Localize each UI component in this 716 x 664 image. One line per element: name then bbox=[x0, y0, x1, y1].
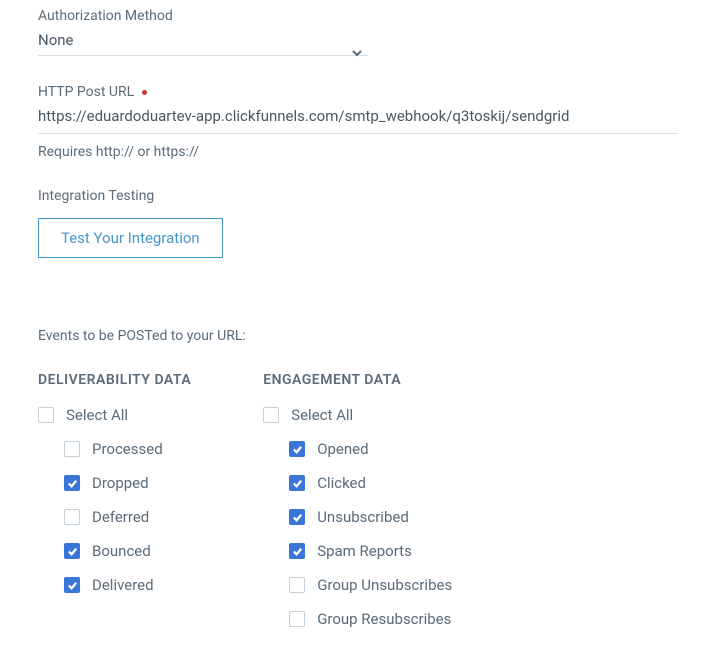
auth-method-label: Authorization Method bbox=[38, 8, 678, 24]
engagement-header: ENGAGEMENT DATA bbox=[263, 372, 452, 388]
engagement-checkbox-group-unsubscribes[interactable] bbox=[289, 577, 305, 593]
engagement-checkbox-group-resubscribes[interactable] bbox=[289, 611, 305, 627]
engagement-label-unsubscribed: Unsubscribed bbox=[317, 508, 409, 526]
deliverability-checkbox-delivered[interactable] bbox=[64, 577, 80, 593]
chevron-down-icon bbox=[352, 43, 362, 53]
post-url-input[interactable] bbox=[38, 107, 678, 125]
engagement-checkbox-unsubscribed[interactable] bbox=[289, 509, 305, 525]
engagement-label-opened: Opened bbox=[317, 440, 368, 458]
engagement-row-spam-reports: Spam Reports bbox=[263, 542, 452, 560]
engagement-checkbox-clicked[interactable] bbox=[289, 475, 305, 491]
engagement-select-all-label: Select All bbox=[291, 406, 353, 424]
engagement-label-spam-reports: Spam Reports bbox=[317, 542, 412, 560]
post-url-label: HTTP Post URL bbox=[38, 84, 678, 100]
deliverability-checkbox-processed[interactable] bbox=[64, 441, 80, 457]
deliverability-checkbox-deferred[interactable] bbox=[64, 509, 80, 525]
engagement-label-clicked: Clicked bbox=[317, 474, 366, 492]
engagement-row-group-unsubscribes: Group Unsubscribes bbox=[263, 576, 452, 594]
engagement-label-group-resubscribes: Group Resubscribes bbox=[317, 610, 451, 628]
deliverability-select-all-checkbox[interactable] bbox=[38, 407, 54, 423]
engagement-checkbox-opened[interactable] bbox=[289, 441, 305, 457]
deliverability-row-processed: Processed bbox=[38, 440, 191, 458]
deliverability-header: DELIVERABILITY DATA bbox=[38, 372, 191, 388]
deliverability-checkbox-bounced[interactable] bbox=[64, 543, 80, 559]
deliverability-label-deferred: Deferred bbox=[92, 508, 149, 526]
deliverability-select-all-label: Select All bbox=[66, 406, 128, 424]
events-title: Events to be POSTed to your URL: bbox=[38, 328, 678, 344]
engagement-column: ENGAGEMENT DATA Select All Opened Clicked U… bbox=[263, 372, 452, 644]
engagement-select-all-checkbox[interactable] bbox=[263, 407, 279, 423]
engagement-row-group-resubscribes: Group Resubscribes bbox=[263, 610, 452, 628]
engagement-row-clicked: Clicked bbox=[263, 474, 452, 492]
deliverability-label-delivered: Delivered bbox=[92, 576, 154, 594]
test-integration-button[interactable]: Test Your Integration bbox=[38, 218, 223, 258]
deliverability-checkbox-dropped[interactable] bbox=[64, 475, 80, 491]
deliverability-row-bounced: Bounced bbox=[38, 542, 191, 560]
deliverability-label-bounced: Bounced bbox=[92, 542, 151, 560]
post-url-helper: Requires http:// or https:// bbox=[38, 144, 678, 160]
auth-method-select[interactable]: None bbox=[38, 30, 368, 56]
auth-method-value: None bbox=[38, 31, 74, 49]
deliverability-row-dropped: Dropped bbox=[38, 474, 191, 492]
integration-testing-label: Integration Testing bbox=[38, 188, 678, 204]
engagement-checkbox-spam-reports[interactable] bbox=[289, 543, 305, 559]
deliverability-row-delivered: Delivered bbox=[38, 576, 191, 594]
deliverability-label-processed: Processed bbox=[92, 440, 163, 458]
engagement-label-group-unsubscribes: Group Unsubscribes bbox=[317, 576, 452, 594]
engagement-row-unsubscribed: Unsubscribed bbox=[263, 508, 452, 526]
engagement-row-opened: Opened bbox=[263, 440, 452, 458]
required-indicator-icon bbox=[142, 90, 147, 95]
deliverability-label-dropped: Dropped bbox=[92, 474, 149, 492]
deliverability-row-deferred: Deferred bbox=[38, 508, 191, 526]
deliverability-column: DELIVERABILITY DATA Select All Processed D… bbox=[38, 372, 191, 644]
